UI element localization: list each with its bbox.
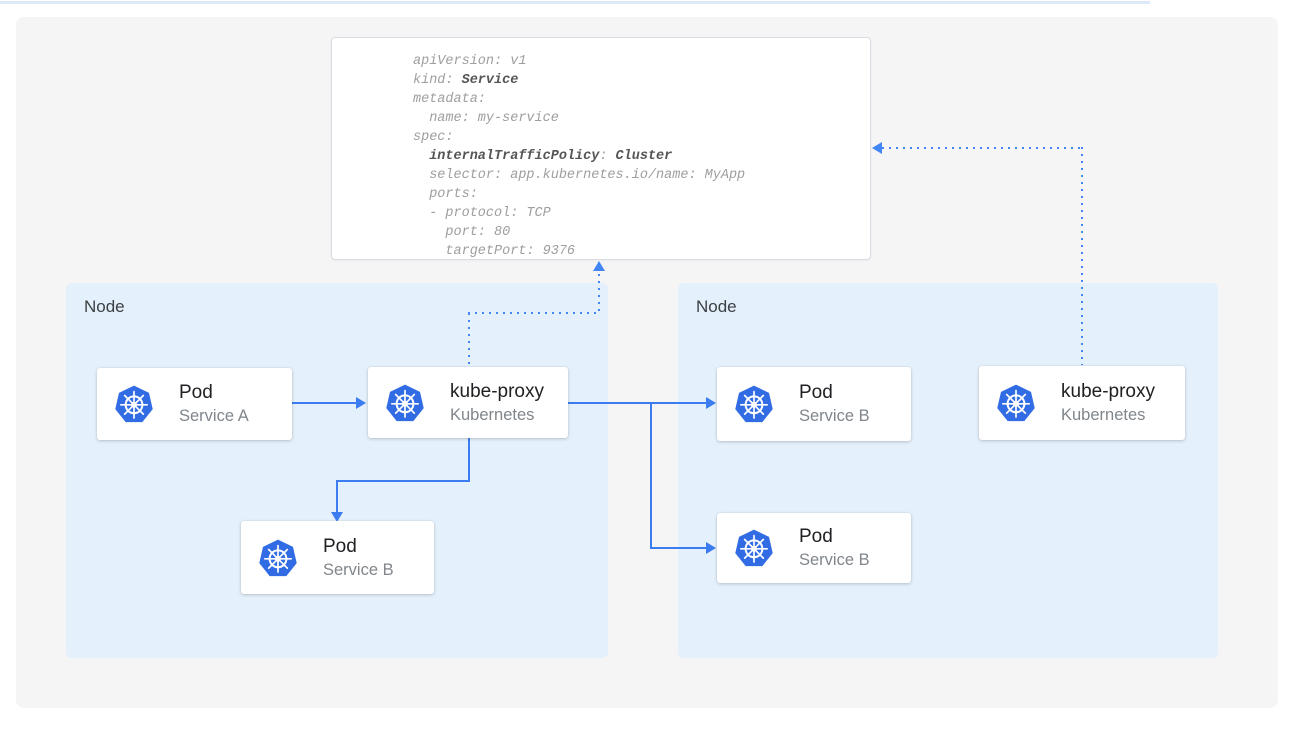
kubernetes-icon — [114, 384, 154, 424]
card-title: kube-proxy — [450, 380, 544, 404]
kubernetes-icon — [258, 538, 298, 578]
card-subtitle: Service B — [799, 549, 870, 571]
card-title: Pod — [323, 535, 394, 559]
code-line: spec: — [413, 128, 745, 147]
arrow-kubeproxy-to-podb-rb-line — [650, 547, 706, 549]
dotted-left-kubeproxy-seg1 — [468, 313, 470, 365]
dotted-right-kubeproxy-seg2 — [882, 147, 1082, 149]
pod-service-b-right-bottom-card: Pod Service B — [717, 513, 911, 583]
diagram-stage: Node Node apiVersion: v1kind: Servicemet… — [0, 0, 1296, 729]
dotted-left-kubeproxy-seg3 — [598, 267, 600, 312]
code-line: port: 80 — [413, 223, 745, 242]
code-line: ports: — [413, 185, 745, 204]
dotted-left-arrowhead-up — [593, 261, 605, 271]
code-line: name: my-service — [413, 109, 745, 128]
kubernetes-icon — [734, 384, 774, 424]
kube-proxy-left-card: kube-proxy Kubernetes — [368, 367, 568, 438]
node-box-left: Node — [66, 283, 608, 658]
card-title: Pod — [179, 381, 249, 405]
pod-service-b-right-top-card: Pod Service B — [717, 367, 911, 441]
arrow-kubeproxy-down-seg2 — [336, 480, 470, 482]
pod-service-a-card: Pod Service A — [97, 368, 292, 440]
arrow-poda-to-kubeproxy-head — [356, 397, 366, 409]
dotted-right-arrowhead-left — [872, 142, 882, 154]
kubernetes-icon — [734, 528, 774, 568]
page-top-divider — [0, 1, 1150, 4]
card-subtitle: Kubernetes — [450, 404, 544, 426]
code-line: internalTrafficPolicy: Cluster — [413, 147, 745, 166]
card-title: Pod — [799, 381, 870, 405]
pod-service-b-left-card: Pod Service B — [241, 521, 434, 594]
node-box-right: Node — [678, 283, 1218, 658]
code-line: apiVersion: v1 — [413, 52, 745, 71]
code-line: selector: app.kubernetes.io/name: MyApp — [413, 166, 745, 185]
card-title: Pod — [799, 525, 870, 549]
code-line: targetPort: 9376 — [413, 242, 745, 261]
yaml-spec-panel: apiVersion: v1kind: Servicemetadata: nam… — [331, 37, 871, 260]
card-subtitle: Service B — [799, 405, 870, 427]
arrow-kubeproxy-down-seg3 — [336, 480, 338, 512]
kube-proxy-right-card: kube-proxy Kubernetes — [979, 366, 1185, 440]
arrow-kubeproxy-to-podb-rt-line — [568, 402, 706, 404]
code-line: metadata: — [413, 90, 745, 109]
card-subtitle: Service A — [179, 405, 249, 427]
card-subtitle: Kubernetes — [1061, 404, 1155, 426]
yaml-code: apiVersion: v1kind: Servicemetadata: nam… — [413, 52, 745, 261]
arrow-kubeproxy-down-seg1 — [468, 438, 470, 482]
arrow-kubeproxy-to-podb-rt-head — [706, 397, 716, 409]
arrow-branch-vertical — [650, 402, 652, 548]
card-subtitle: Service B — [323, 559, 394, 581]
kubernetes-icon — [996, 383, 1036, 423]
arrow-kubeproxy-to-podb-rb-head — [706, 542, 716, 554]
dotted-right-kubeproxy-seg1 — [1081, 147, 1083, 365]
code-line: - protocol: TCP — [413, 204, 745, 223]
kubernetes-icon — [385, 383, 425, 423]
code-line: kind: Service — [413, 71, 745, 90]
dotted-left-kubeproxy-seg2 — [468, 312, 600, 314]
card-title: kube-proxy — [1061, 380, 1155, 404]
node-label: Node — [84, 297, 125, 317]
arrow-poda-to-kubeproxy-line — [292, 402, 356, 404]
node-label: Node — [696, 297, 737, 317]
